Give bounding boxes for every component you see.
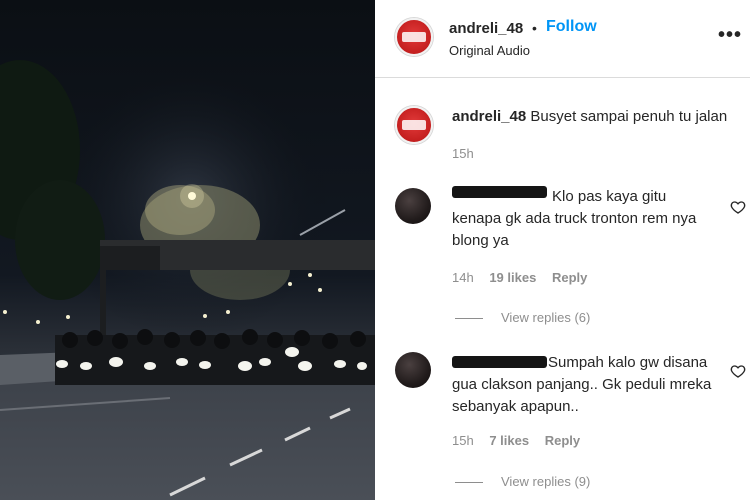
more-horizontal-icon[interactable]: •••	[718, 24, 742, 47]
comment-meta: 15h 7 likes Reply	[452, 433, 580, 448]
comment-text: Klo pas kaya gitu kenapa gk ada truck tr…	[452, 188, 697, 249]
comment-time: 14h	[452, 270, 474, 285]
caption-body: andreli_48 Busyet sampai penuh tu jalan	[452, 106, 742, 128]
caption-text: Busyet sampai penuh tu jalan	[530, 108, 728, 125]
view-replies-button[interactable]: View replies (6)	[455, 310, 590, 325]
view-replies-label: View replies (6)	[501, 310, 591, 325]
author-avatar[interactable]	[395, 18, 433, 56]
follow-button[interactable]: Follow	[546, 18, 597, 36]
view-replies-label: View replies (9)	[501, 474, 591, 489]
comment-text: Sumpah kalo gw disana gua clakson panjan…	[452, 354, 712, 415]
post-header: andreli_48 • Follow Original Audio •••	[375, 0, 750, 78]
comment-time: 15h	[452, 433, 474, 448]
commenter-avatar[interactable]	[395, 352, 431, 388]
caption-time: 15h	[452, 146, 474, 161]
like-heart-icon[interactable]	[730, 363, 746, 379]
caption-avatar[interactable]	[395, 106, 433, 144]
caption-username[interactable]: andreli_48	[452, 108, 526, 125]
comment-likes[interactable]: 19 likes	[489, 270, 536, 285]
comment-meta: 14h 19 likes Reply	[452, 270, 587, 285]
video-frame[interactable]	[0, 0, 375, 500]
like-heart-icon[interactable]	[730, 199, 746, 215]
night-road-scene	[0, 0, 375, 500]
reply-button[interactable]: Reply	[545, 433, 580, 448]
commenter-avatar[interactable]	[395, 188, 431, 224]
view-replies-divider	[455, 482, 483, 484]
audio-label[interactable]: Original Audio	[449, 43, 530, 58]
view-replies-button[interactable]: View replies (9)	[455, 474, 590, 489]
comment-likes[interactable]: 7 likes	[489, 433, 529, 448]
instagram-post-view: andreli_48 • Follow Original Audio ••• a…	[0, 0, 750, 500]
avatar-logo-mark	[402, 120, 426, 130]
author-username[interactable]: andreli_48	[449, 20, 523, 37]
reply-button[interactable]: Reply	[552, 270, 587, 285]
comments-panel: andreli_48 • Follow Original Audio ••• a…	[375, 0, 750, 500]
header-separator: •	[532, 20, 537, 36]
view-replies-divider	[455, 318, 483, 320]
avatar-logo-mark	[402, 32, 426, 42]
